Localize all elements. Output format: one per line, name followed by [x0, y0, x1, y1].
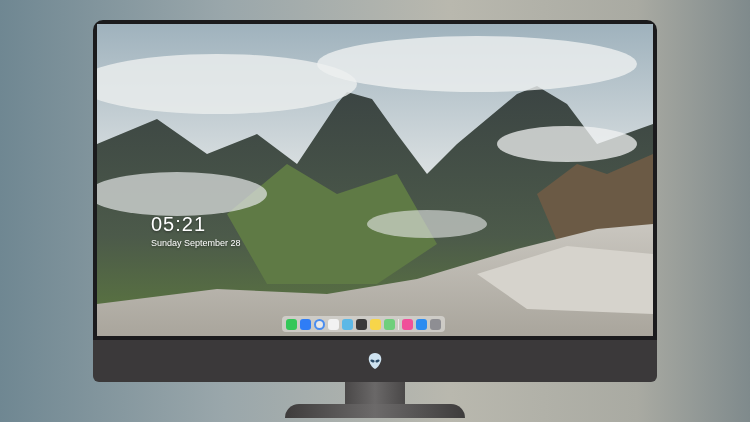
monitor-bezel: 05:21 Sunday September 28	[93, 20, 657, 340]
backdrop: 05:21 Sunday September 28	[0, 0, 750, 422]
wallpaper-picture	[97, 24, 653, 336]
maps-icon[interactable]	[342, 319, 353, 330]
notes-icon[interactable]	[370, 319, 381, 330]
dock-divider	[398, 319, 399, 330]
alien-logo-icon	[367, 352, 383, 370]
music-icon[interactable]	[402, 319, 413, 330]
app-store-icon[interactable]	[416, 319, 427, 330]
dock	[282, 316, 445, 332]
monitor-base	[285, 404, 465, 418]
desktop-screen: 05:21 Sunday September 28	[97, 24, 653, 336]
video-icon[interactable]	[356, 319, 367, 330]
browser-icon[interactable]	[314, 319, 325, 330]
monitor-neck	[345, 382, 405, 404]
monitor: 05:21 Sunday September 28	[93, 20, 657, 418]
finder-icon[interactable]	[300, 319, 311, 330]
files-icon[interactable]	[328, 319, 339, 330]
photos-icon[interactable]	[384, 319, 395, 330]
clock-date: Sunday September 28	[151, 237, 241, 249]
monitor-chin	[93, 340, 657, 382]
clock-time: 05:21	[151, 212, 241, 236]
camera-icon[interactable]	[430, 319, 441, 330]
messages-icon[interactable]	[286, 319, 297, 330]
lock-clock: 05:21 Sunday September 28	[151, 212, 241, 249]
